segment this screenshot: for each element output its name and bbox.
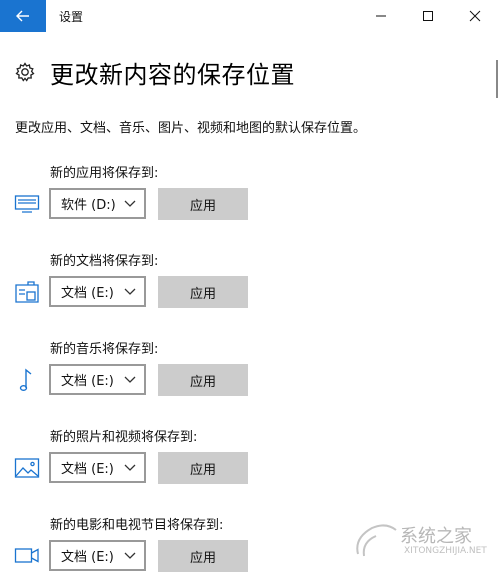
back-arrow-icon [16,10,29,22]
apps-save-label: 新的应用将保存到: [50,166,159,181]
window-title: 设置 [59,10,84,24]
apps-drive-value: 软件 (D:) [61,198,116,213]
music-save-label: 新的音乐将保存到: [50,342,159,357]
apps-apply-button[interactable]: 应用 [158,188,248,220]
watermark-url: XITONGZHIJIA.NET [404,546,487,556]
chevron-down-icon [124,464,136,471]
minimize-icon [376,15,386,17]
scrollbar[interactable] [494,32,500,567]
movies-save-label: 新的电影和电视节目将保存到: [50,518,224,533]
title-bar: 设置 [0,0,500,32]
music-drive-value: 文档 (E:) [61,374,114,389]
photos-drive-value: 文档 (E:) [61,462,114,477]
documents-apply-button[interactable]: 应用 [158,276,248,308]
watermark-text: 系统之家 [400,526,472,547]
close-button[interactable] [452,0,498,32]
documents-drive-select[interactable]: 文档 (E:) [49,276,146,307]
chevron-down-icon [124,200,136,207]
movies-apply-button[interactable]: 应用 [158,540,248,572]
page-description: 更改应用、文档、音乐、图片、视频和地图的默认保存位置。 [15,121,367,136]
photos-apply-button[interactable]: 应用 [158,452,248,484]
chevron-down-icon [124,288,136,295]
gear-icon [15,62,35,82]
document-drive-icon [15,281,39,303]
chevron-down-icon [124,552,136,559]
documents-drive-value: 文档 (E:) [61,286,114,301]
close-icon [469,10,481,22]
maximize-button[interactable] [405,0,451,32]
page-title: 更改新内容的保存位置 [50,61,295,89]
music-drive-select[interactable]: 文档 (E:) [49,364,146,395]
scrollbar-thumb[interactable] [496,60,498,98]
back-button[interactable] [0,0,46,32]
video-camera-icon [14,548,39,563]
photos-save-label: 新的照片和视频将保存到: [50,430,198,445]
movies-drive-value: 文档 (E:) [61,550,114,565]
photos-drive-select[interactable]: 文档 (E:) [49,452,146,483]
music-apply-button[interactable]: 应用 [158,364,248,396]
maximize-icon [423,11,433,21]
picture-icon [14,458,40,478]
minimize-button[interactable] [358,0,404,32]
apps-drive-select[interactable]: 软件 (D:) [49,188,146,219]
movies-drive-select[interactable]: 文档 (E:) [49,540,146,571]
monitor-icon [14,195,40,213]
chevron-down-icon [124,376,136,383]
documents-save-label: 新的文档将保存到: [50,254,159,269]
music-note-icon [19,368,32,392]
